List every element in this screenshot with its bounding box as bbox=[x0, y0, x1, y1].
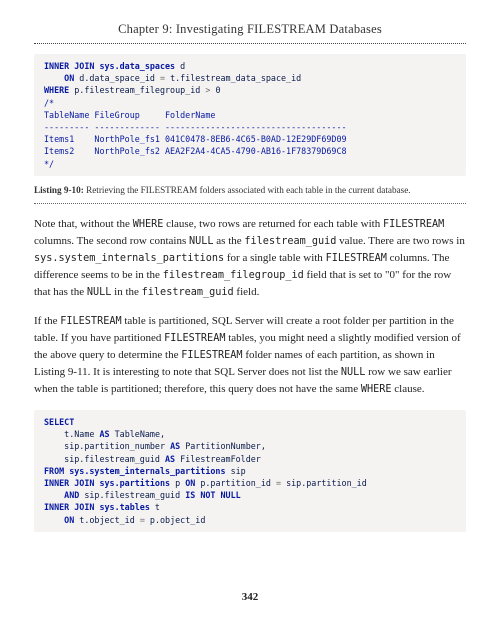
col-objid-l: t.object_id bbox=[74, 515, 140, 525]
p2-m2: FILESTREAM bbox=[164, 333, 225, 344]
p1-m8: NULL bbox=[87, 287, 112, 298]
result-divider: --------- ------------- ----------------… bbox=[44, 122, 347, 132]
kw-select: SELECT bbox=[44, 417, 74, 427]
kw-inner-join: INNER JOIN bbox=[44, 61, 94, 71]
kw-on-2: ON bbox=[185, 478, 195, 488]
kw-as-1: AS bbox=[99, 429, 109, 439]
comment-open: /* bbox=[44, 98, 54, 108]
p1-m9: filestream_guid bbox=[142, 287, 234, 298]
p1-m5: sys.system_internals_partitions bbox=[34, 253, 224, 264]
p2-t6: clause. bbox=[392, 383, 425, 395]
alias-fsfolder: FilestreamFolder bbox=[175, 454, 261, 464]
p1-m2: FILESTREAM bbox=[383, 219, 444, 230]
id-sys-dataspaces: sys.data_spaces bbox=[94, 61, 175, 71]
p1-t4: as the bbox=[214, 235, 245, 247]
p2-m3: FILESTREAM bbox=[181, 350, 242, 361]
kw-and: AND bbox=[44, 490, 79, 500]
col-partid-r: sip.partition_id bbox=[281, 478, 367, 488]
p2-m5: WHERE bbox=[361, 384, 392, 395]
kw-from: FROM bbox=[44, 466, 64, 476]
kw-on: ON bbox=[44, 73, 74, 83]
header-rule bbox=[34, 43, 466, 44]
kw-as-2: AS bbox=[170, 441, 180, 451]
p1-t10: field. bbox=[234, 286, 260, 298]
chapter-title: Chapter 9: Investigating FILESTREAM Data… bbox=[34, 22, 466, 41]
p1-t5: value. There are two rows in bbox=[336, 235, 464, 247]
p1-m1: WHERE bbox=[133, 219, 164, 230]
col-filestream-data-space-id: t.filestream_data_space_id bbox=[165, 73, 301, 83]
p2-m1: FILESTREAM bbox=[60, 316, 121, 327]
col-objid-r: p.object_id bbox=[145, 515, 206, 525]
tbl-tables: sys.tables bbox=[94, 502, 149, 512]
tbl-sip: sys.system_internals_partitions bbox=[64, 466, 225, 476]
p1-t1: Note that, without the bbox=[34, 218, 133, 230]
alias-tablename: TableName, bbox=[110, 429, 165, 439]
kw-inner-join-2: INNER JOIN bbox=[44, 478, 94, 488]
p2-m4: NULL bbox=[341, 367, 366, 378]
listing-label: Listing 9-10: bbox=[34, 185, 84, 195]
alias-partnum: PartitionNumber, bbox=[180, 441, 266, 451]
result-header: TableName FileGroup FolderName bbox=[44, 110, 215, 120]
p1-t9: in the bbox=[111, 286, 141, 298]
listing-text: Retrieving the FILESTREAM folders associ… bbox=[84, 185, 411, 195]
col-data-space-id: d.data_space_id bbox=[74, 73, 160, 83]
caption-rule bbox=[34, 203, 466, 204]
sel-tname: t.Name bbox=[44, 429, 99, 439]
alias-d: d bbox=[175, 61, 185, 71]
sel-partnum: sip.partition_number bbox=[44, 441, 170, 451]
p1-m4: filestream_guid bbox=[244, 236, 336, 247]
col-fsguid: sip.filestream_guid bbox=[79, 490, 185, 500]
alias-sip: sip bbox=[226, 466, 246, 476]
code-listing-9-11: SELECT t.Name AS TableName, sip.partitio… bbox=[34, 410, 466, 532]
paragraph-1: Note that, without the WHERE clause, two… bbox=[34, 216, 466, 301]
kw-where: WHERE bbox=[44, 85, 69, 95]
p1-m7: filestream_filegroup_id bbox=[163, 270, 304, 281]
paragraph-2: If the FILESTREAM table is partitioned, … bbox=[34, 313, 466, 398]
listing-caption-9-10: Listing 9-10: Retrieving the FILESTREAM … bbox=[34, 184, 466, 197]
result-row-2: Items2 NorthPole_fs2 AEA2F2A4-4CA5-4790-… bbox=[44, 146, 347, 156]
col-partid-l: p.partition_id bbox=[195, 478, 276, 488]
sel-fsguid: sip.filestream_guid bbox=[44, 454, 165, 464]
col-filegroup-id: p.filestream_filegroup_id bbox=[69, 85, 205, 95]
p1-t3: columns. The second row contains bbox=[34, 235, 189, 247]
page-number: 342 bbox=[0, 591, 500, 603]
alias-t: t bbox=[150, 502, 160, 512]
page: Chapter 9: Investigating FILESTREAM Data… bbox=[0, 0, 500, 617]
p1-t2: clause, two rows are returned for each t… bbox=[163, 218, 383, 230]
p1-t6: for a single table with bbox=[224, 252, 325, 264]
tbl-partitions: sys.partitions bbox=[94, 478, 170, 488]
comment-close: */ bbox=[44, 159, 54, 169]
p1-m3: NULL bbox=[189, 236, 214, 247]
p1-m6: FILESTREAM bbox=[326, 253, 387, 264]
result-row-1: Items1 NorthPole_fs1 041C0478-8EB6-4C65-… bbox=[44, 134, 347, 144]
code-listing-9-10: INNER JOIN sys.data_spaces d ON d.data_s… bbox=[34, 54, 466, 176]
kw-is-not-null: IS NOT NULL bbox=[185, 490, 240, 500]
kw-on-3: ON bbox=[44, 515, 74, 525]
p2-t1: If the bbox=[34, 315, 60, 327]
lit-zero: 0 bbox=[210, 85, 220, 95]
kw-as-3: AS bbox=[165, 454, 175, 464]
kw-inner-join-3: INNER JOIN bbox=[44, 502, 94, 512]
alias-p: p bbox=[170, 478, 185, 488]
